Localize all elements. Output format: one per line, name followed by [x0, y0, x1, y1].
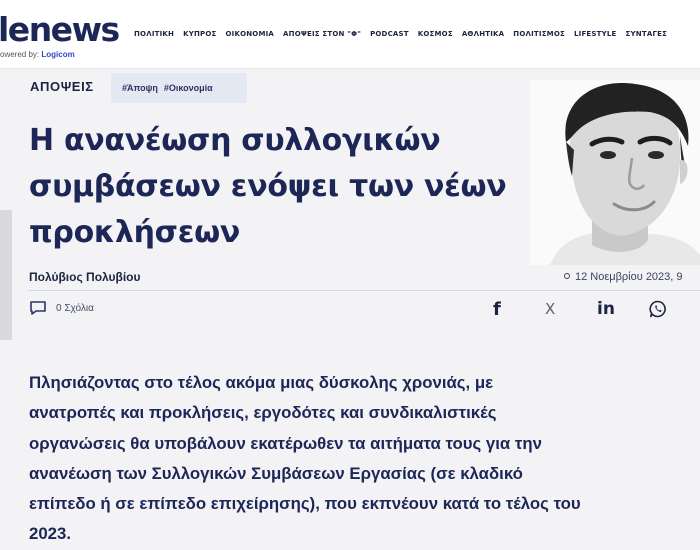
- article-lede: Πλησιάζοντας στο τέλος ακόμα μιας δύσκολ…: [29, 368, 700, 550]
- lede-line: ανατροπές και προκλήσεις, εργοδότες και …: [29, 403, 497, 423]
- linkedin-icon: in: [597, 299, 615, 319]
- powered-by: owered by: Logicom: [0, 50, 75, 59]
- page: lenews owered by: Logicom ΠΟΛΙΤΙΚΗ ΚΥΠΡΟ…: [0, 0, 700, 550]
- main-nav: ΠΟΛΙΤΙΚΗ ΚΥΠΡΟΣ ΟΙΚΟΝΟΜΙΑ ΑΠΟΨΕΙΣ ΣΤΟΝ "…: [134, 30, 667, 38]
- facebook-share-button[interactable]: f: [493, 298, 545, 320]
- nav-item-podcast[interactable]: PODCAST: [370, 30, 409, 38]
- facebook-icon: f: [493, 298, 501, 320]
- comment-bubble-icon: [30, 301, 46, 315]
- nav-item-lifestyle[interactable]: LIFESTYLE: [574, 30, 617, 38]
- lede-line: ανανέωση των Συλλογικών Συμβάσεων Εργασί…: [29, 463, 523, 483]
- powered-by-prefix: owered by:: [0, 50, 42, 59]
- publish-date-text: 12 Νοεμβρίου 2023, 9: [575, 271, 683, 283]
- x-icon: X: [545, 300, 556, 318]
- section-label[interactable]: ΑΠΟΨΕΙΣ: [30, 79, 94, 94]
- nav-item-syntages[interactable]: ΣΥΝΤΑΓΕΣ: [626, 30, 668, 38]
- publish-date: 12 Νοεμβρίου 2023, 9: [564, 271, 683, 283]
- title-line: Η ανανέωση συλλογικών: [29, 123, 441, 158]
- nav-item-politismos[interactable]: ΠΟΛΙΤΙΣΜΟΣ: [513, 30, 565, 38]
- author-portrait-illustration: [530, 80, 700, 265]
- lede-line: επίπεδο ή σε επίπεδο επιχείρησης), που ε…: [29, 494, 581, 514]
- nav-item-kosmos[interactable]: ΚΟΣΜΟΣ: [418, 30, 453, 38]
- site-header: lenews owered by: Logicom ΠΟΛΙΤΙΚΗ ΚΥΠΡΟ…: [0, 0, 700, 68]
- article-author[interactable]: Πολύβιος Πολυβίου: [29, 270, 140, 284]
- tag-apopsi[interactable]: #Άποψη: [122, 83, 158, 93]
- nav-item-politiki[interactable]: ΠΟΛΙΤΙΚΗ: [134, 30, 174, 38]
- tag-oikonomia[interactable]: #Οικονομία: [164, 83, 213, 93]
- meta-divider: [28, 290, 700, 291]
- nav-item-kypros[interactable]: ΚΥΠΡΟΣ: [183, 30, 216, 38]
- site-logo[interactable]: lenews: [0, 12, 120, 48]
- clock-icon: [564, 273, 570, 279]
- lede-line: 2023.: [29, 524, 71, 544]
- tag-list: #Άποψη #Οικονομία: [111, 73, 247, 103]
- lede-line: οργανώσεις θα υποβάλουν εκατέρωθεν τα αι…: [29, 433, 542, 453]
- nav-item-oikonomia[interactable]: ΟΙΚΟΝΟΜΙΑ: [226, 30, 275, 38]
- article-title: Η ανανέωση συλλογικών συμβάσεων ενόψει τ…: [29, 118, 549, 256]
- share-bar: f X in: [493, 298, 700, 320]
- powered-by-brand: Logicom: [41, 50, 75, 59]
- whatsapp-share-button[interactable]: [649, 298, 700, 320]
- lede-line: Πλησιάζοντας στο τέλος ακόμα μιας δύσκολ…: [29, 373, 494, 392]
- left-edge-strip: [0, 210, 12, 340]
- title-line: συμβάσεων ενόψει των νέων: [29, 169, 507, 204]
- whatsapp-icon: [649, 300, 666, 318]
- linkedin-share-button[interactable]: in: [597, 298, 649, 320]
- nav-item-apopseis[interactable]: ΑΠΟΨΕΙΣ ΣΤΟΝ "Φ": [283, 30, 361, 38]
- comments-count: 0 Σχόλια: [56, 302, 94, 314]
- title-line: προκλήσεων: [29, 215, 241, 250]
- comments-link[interactable]: 0 Σχόλια: [29, 300, 94, 316]
- header-divider: [0, 68, 700, 69]
- x-share-button[interactable]: X: [545, 298, 597, 320]
- nav-item-athlitika[interactable]: ΑΘΛΗΤΙΚΑ: [462, 30, 504, 38]
- author-photo: [530, 80, 700, 265]
